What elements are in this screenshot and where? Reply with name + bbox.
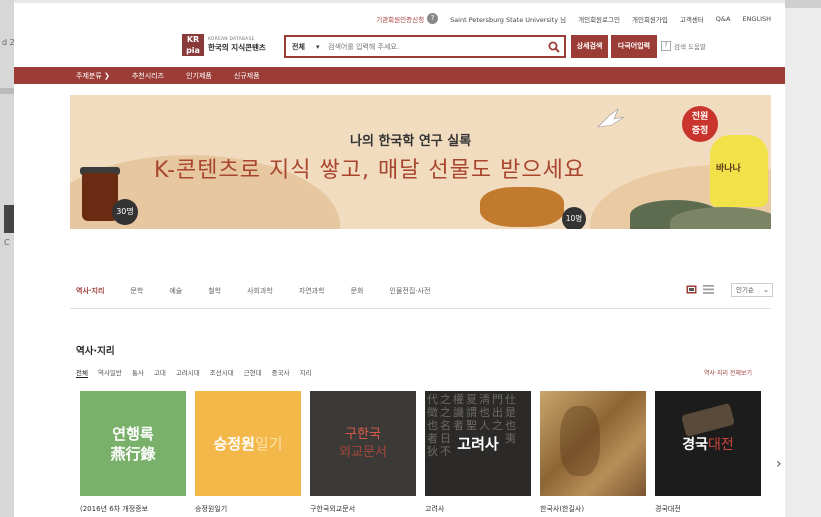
subtab-goryeo[interactable]: 고려시대 — [176, 367, 200, 378]
gift-badge: 전원 증정 — [682, 106, 718, 142]
tab-biography-dictionary[interactable]: 인물전집·사전 — [390, 286, 431, 296]
chicken-count-badge: 10명 — [562, 207, 586, 229]
product-thumbnail[interactable]: 구한국 외교문서 — [310, 391, 416, 496]
coffee-count-badge: 30명 — [112, 199, 138, 225]
product-thumbnail[interactable]: 승정원일기 — [195, 391, 301, 496]
utility-links: 기관회원인증신청 ? Saint Petersburg State Univer… — [364, 13, 771, 24]
search-input[interactable] — [326, 42, 544, 51]
search-icon[interactable] — [544, 37, 564, 57]
background-window-right — [785, 0, 821, 517]
help-icon[interactable]: ? — [427, 13, 439, 24]
site-logo[interactable]: KR pia KOREAN DATABASE 한국의 지식콘텐츠 — [182, 34, 266, 56]
sort-select[interactable]: 인기순 ⌄ — [731, 283, 773, 297]
banner-headline: K-콘텐츠로 지식 쌓고, 매달 선물도 받으세요 — [154, 158, 586, 183]
subtab-geography[interactable]: 지리 — [300, 367, 312, 378]
search-scope-select[interactable]: 전체 — [286, 42, 316, 52]
tab-philosophy[interactable]: 철학 — [208, 286, 221, 296]
product-card[interactable]: 代之權夏淸門仕徵之譏謂也出是也名者聖人之也者日凡三皇帝夷狄不五大之謂 고려사 고… — [425, 391, 531, 514]
view-toggle — [686, 285, 720, 294]
banner-subtitle: 나의 한국학 연구 실록 — [350, 134, 472, 149]
search-bar: 전체 ▾ — [284, 35, 566, 58]
product-card[interactable]: 구한국 외교문서 구한국외교문서 — [310, 391, 416, 514]
gavel-image — [681, 402, 735, 438]
product-title[interactable]: 고려사 — [425, 504, 531, 514]
subtab-modern[interactable]: 근현대 — [244, 367, 262, 378]
customer-center-link[interactable]: 고객센터 — [680, 14, 704, 24]
product-card[interactable]: 승정원일기 승정원일기 — [195, 391, 301, 514]
chevron-down-icon: ⌄ — [763, 286, 769, 294]
subtab-chinese-history[interactable]: 중국사 — [272, 367, 290, 378]
nav-recommended-series[interactable]: 추천시리즈 — [132, 71, 164, 81]
chevron-down-icon[interactable]: ▾ — [316, 43, 326, 51]
banana-milk-image: 바나나 — [710, 135, 768, 207]
subtab-general-history[interactable]: 역사일반 — [98, 367, 122, 378]
personal-join-link[interactable]: 개인회원가입 — [632, 14, 668, 24]
product-card[interactable]: 연행록 燕行錄 (2016년 6차 개정증보 — [80, 391, 186, 514]
subtab-joseon[interactable]: 조선시대 — [210, 367, 234, 378]
product-thumbnail[interactable]: 代之權夏淸門仕徵之譏謂也出是也名者聖人之也者日凡三皇帝夷狄不五大之謂 고려사 — [425, 391, 531, 496]
product-card[interactable]: 한국사(한길사) — [540, 391, 646, 514]
logo-title: 한국의 지식콘텐츠 — [208, 43, 266, 52]
help-box-icon: ? — [661, 41, 671, 51]
list-view-icon[interactable] — [703, 285, 714, 294]
nav-new-products[interactable]: 신규제품 — [234, 71, 260, 81]
tab-culture[interactable]: 문화 — [351, 286, 364, 296]
product-title[interactable]: (2016년 6차 개정증보 — [80, 504, 186, 514]
personal-login-link[interactable]: 개인회원로그인 — [578, 14, 620, 24]
crane-icon — [597, 108, 625, 128]
tab-social-science[interactable]: 사회과학 — [247, 286, 273, 296]
product-title[interactable]: 승정원일기 — [195, 504, 301, 514]
nav-popular-products[interactable]: 인기제품 — [186, 71, 212, 81]
product-thumbnail[interactable]: 연행록 燕行錄 — [80, 391, 186, 496]
browser-page: 기관회원인증신청 ? Saint Petersburg State Univer… — [14, 0, 785, 517]
view-all-link[interactable]: 역사·지리 전체보기 — [704, 368, 752, 377]
product-title[interactable]: 경국대전 — [655, 504, 761, 514]
tab-literature[interactable]: 문학 — [130, 286, 143, 296]
section-title: 역사·지리 — [76, 346, 115, 357]
subtab-general-survey[interactable]: 통사 — [132, 367, 144, 378]
subtab-ancient[interactable]: 고대 — [154, 367, 166, 378]
section-subtabs: 전체 역사일반 통사 고대 고려시대 조선시대 근현대 중국사 지리 — [76, 367, 322, 378]
main-nav: 주제분류 ❯ 추천시리즈 인기제품 신규제품 — [14, 67, 785, 84]
tab-art[interactable]: 예술 — [169, 286, 182, 296]
english-link[interactable]: ENGLISH — [742, 15, 771, 23]
product-card[interactable]: 경국대전 경국대전 — [655, 391, 761, 514]
qa-link[interactable]: Q&A — [716, 15, 731, 23]
product-thumbnail[interactable]: 경국대전 — [655, 391, 761, 496]
promo-banner[interactable]: 30명 나의 한국학 연구 실록 K-콘텐츠로 지식 쌓고, 매달 선물도 받으… — [70, 95, 771, 229]
tab-history-geography[interactable]: 역사·지리 — [76, 286, 104, 296]
category-tabs: 역사·지리 문학 예술 철학 사회과학 자연과학 문화 인물전집·사전 — [76, 286, 456, 296]
nav-subject-category[interactable]: 주제분류 ❯ — [76, 71, 110, 81]
carousel-next-icon[interactable]: › — [776, 456, 782, 472]
image-view-icon[interactable] — [686, 285, 697, 294]
tab-natural-science[interactable]: 자연과학 — [299, 286, 325, 296]
subtab-all[interactable]: 전체 — [76, 367, 88, 378]
product-title[interactable]: 구한국외교문서 — [310, 504, 416, 514]
product-thumbnail[interactable] — [540, 391, 646, 496]
tabs-divider — [70, 308, 771, 309]
detail-search-button[interactable]: 상세검색 — [571, 35, 608, 58]
product-title[interactable]: 한국사(한길사) — [540, 504, 646, 514]
user-name: Saint Petersburg State University 님 — [450, 15, 567, 24]
search-help-link[interactable]: ? 검색 도움말 — [661, 41, 706, 51]
product-carousel: 연행록 燕行錄 (2016년 6차 개정증보 승정원일기 승정원일기 구한국 외교문… — [80, 391, 770, 514]
institution-auth-link[interactable]: 기관회원인증신청 — [376, 14, 424, 24]
logo-mark: KR pia — [182, 34, 204, 56]
multilang-input-button[interactable]: 다국어입력 — [611, 35, 657, 58]
chicken-image — [480, 187, 564, 227]
